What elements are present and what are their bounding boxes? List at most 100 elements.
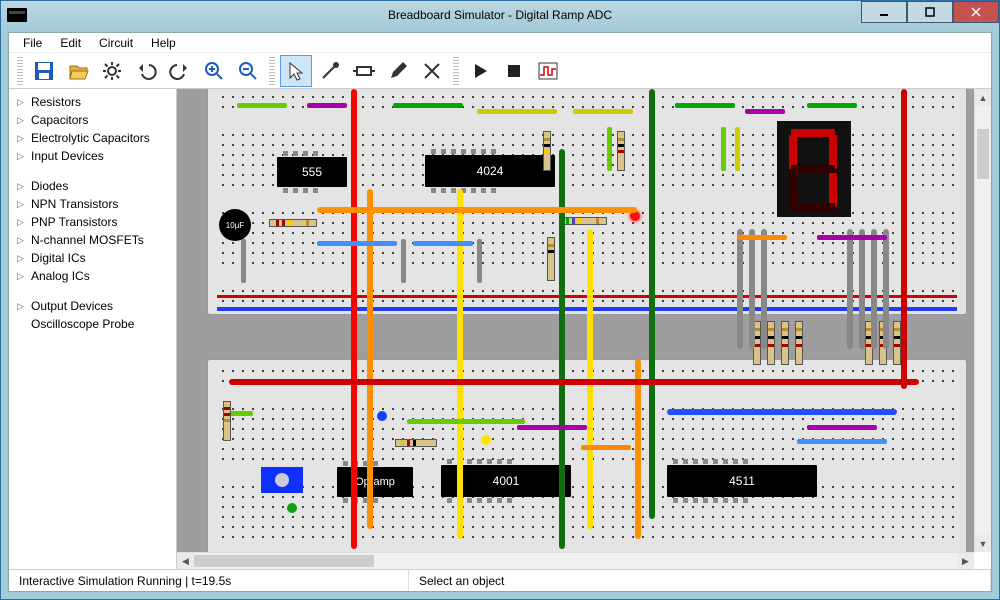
wire[interactable] xyxy=(749,229,755,349)
jumper[interactable] xyxy=(401,239,406,283)
resistor[interactable] xyxy=(559,217,607,225)
wire[interactable] xyxy=(761,229,767,349)
jumper[interactable] xyxy=(737,235,787,240)
resistor[interactable] xyxy=(617,131,625,171)
scroll-down-icon[interactable]: ▼ xyxy=(975,535,991,552)
led-blue[interactable] xyxy=(377,411,387,421)
seven-segment-display[interactable] xyxy=(777,121,851,217)
capacitor-10uf[interactable]: 10µF xyxy=(219,209,251,241)
scrollbar-thumb[interactable] xyxy=(194,555,374,567)
vertical-scrollbar[interactable]: ▲ ▼ xyxy=(974,89,991,552)
settings-button[interactable] xyxy=(96,55,128,87)
cat-npn[interactable]: ▷NPN Transistors xyxy=(9,195,176,213)
resistor[interactable] xyxy=(781,321,789,365)
menu-edit[interactable]: Edit xyxy=(52,35,89,51)
jumper[interactable] xyxy=(581,445,631,450)
resistor[interactable] xyxy=(543,131,551,171)
jumper[interactable] xyxy=(317,241,397,246)
jumper[interactable] xyxy=(735,127,740,171)
menu-circuit[interactable]: Circuit xyxy=(91,35,141,51)
jumper[interactable] xyxy=(445,419,525,424)
undo-button[interactable] xyxy=(130,55,162,87)
resistor[interactable] xyxy=(395,439,437,447)
cat-digital-ics[interactable]: ▷Digital ICs xyxy=(9,249,176,267)
wire[interactable] xyxy=(871,229,877,349)
save-button[interactable] xyxy=(28,55,60,87)
cat-capacitors[interactable]: ▷Capacitors xyxy=(9,111,176,129)
jumper[interactable] xyxy=(807,425,877,430)
jumper[interactable] xyxy=(675,103,735,108)
scroll-left-icon[interactable]: ◀ xyxy=(177,553,194,570)
led-green[interactable] xyxy=(287,503,297,513)
zoom-in-button[interactable] xyxy=(198,55,230,87)
close-button[interactable] xyxy=(953,1,999,23)
potentiometer[interactable] xyxy=(261,467,303,493)
toolbar-grip[interactable] xyxy=(17,57,23,85)
resistor[interactable] xyxy=(893,321,901,365)
chip-4024[interactable]: 4024 xyxy=(425,155,555,187)
resistor[interactable] xyxy=(547,237,555,281)
jumper[interactable] xyxy=(477,239,482,283)
jumper[interactable] xyxy=(745,109,785,114)
jumper[interactable] xyxy=(607,127,612,171)
scope-button[interactable] xyxy=(532,55,564,87)
wire[interactable] xyxy=(667,409,897,415)
minimize-button[interactable] xyxy=(861,1,907,23)
jumper[interactable] xyxy=(393,103,463,108)
cat-resistors[interactable]: ▷Resistors xyxy=(9,93,176,111)
toolbar-grip-2[interactable] xyxy=(269,57,275,85)
jumper[interactable] xyxy=(721,127,726,171)
menu-file[interactable]: File xyxy=(15,35,50,51)
led-yellow[interactable] xyxy=(481,435,491,445)
jumper[interactable] xyxy=(817,235,887,240)
resistor[interactable] xyxy=(269,219,317,227)
scrollbar-thumb[interactable] xyxy=(977,129,989,179)
cat-output-devices[interactable]: ▷Output Devices xyxy=(9,297,176,315)
cat-scope-probe[interactable]: ▷Oscilloscope Probe xyxy=(9,315,176,333)
cut-tool[interactable] xyxy=(416,55,448,87)
select-tool[interactable] xyxy=(280,55,312,87)
jumper[interactable] xyxy=(229,411,253,416)
cat-pnp[interactable]: ▷PNP Transistors xyxy=(9,213,176,231)
menu-help[interactable]: Help xyxy=(143,35,184,51)
wire[interactable] xyxy=(883,229,889,349)
stop-button[interactable] xyxy=(498,55,530,87)
jumper[interactable] xyxy=(797,439,887,444)
resistor[interactable] xyxy=(767,321,775,365)
jumper[interactable] xyxy=(307,103,347,108)
wire[interactable] xyxy=(649,89,655,519)
redo-button[interactable] xyxy=(164,55,196,87)
jumper[interactable] xyxy=(413,241,473,246)
wire[interactable] xyxy=(367,189,373,529)
jumper[interactable] xyxy=(237,103,287,108)
jumper[interactable] xyxy=(477,109,557,114)
wire[interactable] xyxy=(859,229,865,349)
wire[interactable] xyxy=(901,89,907,389)
wire[interactable] xyxy=(229,379,919,385)
jumper[interactable] xyxy=(517,425,587,430)
play-button[interactable] xyxy=(464,55,496,87)
scroll-right-icon[interactable]: ▶ xyxy=(957,553,974,570)
cat-input-devices[interactable]: ▷Input Devices xyxy=(9,147,176,165)
horizontal-scrollbar[interactable]: ◀ ▶ xyxy=(177,552,974,569)
maximize-button[interactable] xyxy=(907,1,953,23)
open-button[interactable] xyxy=(62,55,94,87)
resistor-tool[interactable] xyxy=(348,55,380,87)
scroll-up-icon[interactable]: ▲ xyxy=(975,89,991,106)
resistor[interactable] xyxy=(795,321,803,365)
chip-opamp[interactable]: Op-amp xyxy=(337,467,413,497)
wire[interactable] xyxy=(351,89,357,549)
jumper[interactable] xyxy=(807,103,857,108)
resistor[interactable] xyxy=(223,401,231,441)
wire[interactable] xyxy=(737,229,743,349)
chip-4511[interactable]: 4511 xyxy=(667,465,817,497)
probe-tool[interactable] xyxy=(314,55,346,87)
zoom-out-button[interactable] xyxy=(232,55,264,87)
wire[interactable] xyxy=(317,207,637,213)
draw-tool[interactable] xyxy=(382,55,414,87)
chip-555[interactable]: 555 xyxy=(277,157,347,187)
cat-mosfets[interactable]: ▷N-channel MOSFETs xyxy=(9,231,176,249)
breadboard-canvas[interactable]: 555 4024 xyxy=(177,89,974,552)
cat-analog-ics[interactable]: ▷Analog ICs xyxy=(9,267,176,285)
jumper[interactable] xyxy=(573,109,633,114)
